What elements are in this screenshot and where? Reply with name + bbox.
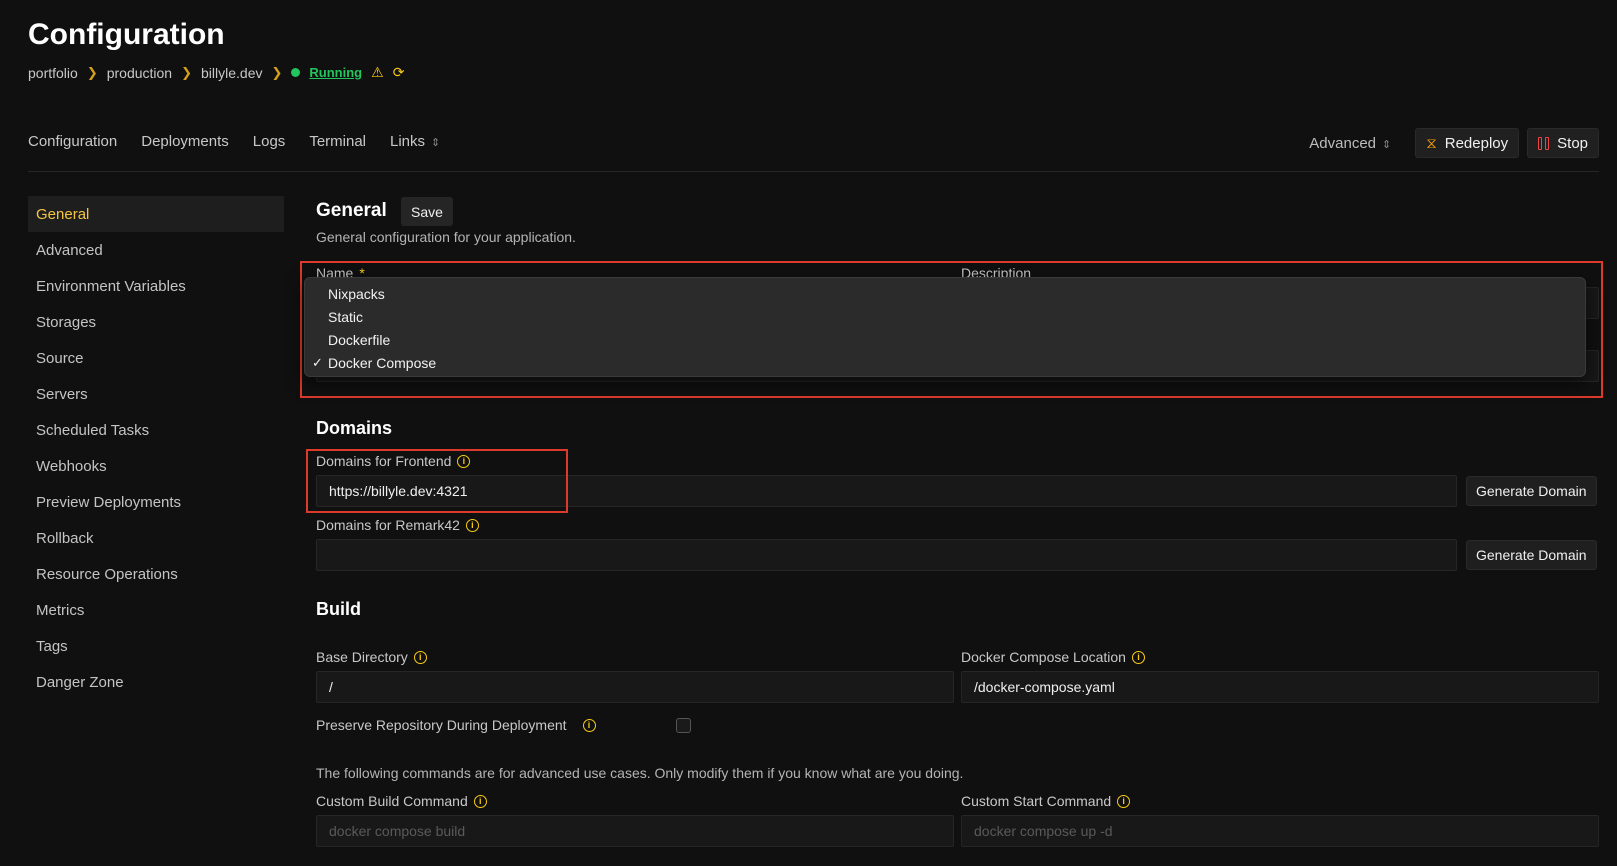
stop-icon: [1538, 136, 1550, 150]
save-button[interactable]: Save: [401, 197, 453, 226]
highlight-box-frontend-domain: [306, 449, 568, 513]
preserve-repository-checkbox[interactable]: [676, 718, 691, 733]
info-icon[interactable]: i: [473, 794, 487, 808]
custom-build-command-input[interactable]: docker compose build: [316, 815, 954, 847]
dropdown-option-docker-compose-label: Docker Compose: [328, 354, 437, 371]
advanced-commands-note: The following commands are for advanced …: [316, 765, 964, 781]
sidebar-item-general[interactable]: General: [28, 196, 284, 232]
info-icon[interactable]: i: [582, 718, 596, 732]
sidebar-item-servers[interactable]: Servers: [28, 376, 284, 412]
dropdown-option-nixpacks[interactable]: Nixpacks: [305, 282, 1585, 305]
breadcrumb: portfolio ❯ production ❯ billyle.dev ❯ R…: [28, 64, 404, 81]
sidebar-item-advanced[interactable]: Advanced: [28, 232, 284, 268]
sidebar: General Advanced Environment Variables S…: [28, 196, 284, 700]
dropdown-option-static[interactable]: Static: [305, 305, 1585, 328]
general-section-title: General: [316, 200, 387, 221]
preserve-repository-label-text: Preserve Repository During Deployment: [316, 717, 567, 733]
info-icon[interactable]: i: [465, 518, 479, 532]
chevron-right-icon: ❯: [271, 64, 283, 80]
info-icon[interactable]: i: [413, 650, 427, 664]
page-title: Configuration: [28, 18, 225, 51]
sidebar-item-storages[interactable]: Storages: [28, 304, 284, 340]
sidebar-item-environment-variables[interactable]: Environment Variables: [28, 268, 284, 304]
tab-links[interactable]: Links ⇕: [390, 133, 440, 150]
redeploy-icon: ⧖: [1426, 134, 1437, 152]
tab-terminal[interactable]: Terminal: [309, 133, 366, 150]
compose-location-label: Docker Compose Location i: [961, 649, 1145, 665]
base-directory-label-text: Base Directory: [316, 649, 408, 665]
redeploy-label: Redeploy: [1444, 134, 1509, 152]
nav-actions: Advanced ⇕ ⧖ Redeploy Stop: [1309, 128, 1599, 158]
sidebar-item-webhooks[interactable]: Webhooks: [28, 448, 284, 484]
domains-remark-label: Domains for Remark42 i: [316, 517, 479, 533]
advanced-dropdown[interactable]: Advanced ⇕: [1309, 135, 1391, 152]
status-badge[interactable]: Running: [309, 65, 362, 80]
custom-build-command-label-text: Custom Build Command: [316, 793, 468, 809]
custom-start-command-label: Custom Start Command i: [961, 793, 1131, 809]
domains-remark-label-text: Domains for Remark42: [316, 517, 460, 533]
sidebar-item-rollback[interactable]: Rollback: [28, 520, 284, 556]
refresh-icon[interactable]: ⟳: [393, 64, 405, 81]
sidebar-item-tags[interactable]: Tags: [28, 628, 284, 664]
base-directory-input[interactable]: /: [316, 671, 954, 703]
dropdown-option-docker-compose[interactable]: ✓ Docker Compose: [305, 351, 1585, 374]
sidebar-item-resource-operations[interactable]: Resource Operations: [28, 556, 284, 592]
generate-domain-remark-button[interactable]: Generate Domain: [1466, 540, 1597, 570]
custom-start-command-label-text: Custom Start Command: [961, 793, 1112, 809]
generate-domain-frontend-button[interactable]: Generate Domain: [1466, 476, 1597, 506]
status-dot-icon: [291, 68, 301, 77]
chevron-right-icon: ❯: [86, 64, 98, 80]
info-icon[interactable]: i: [1131, 650, 1145, 664]
base-directory-label: Base Directory i: [316, 649, 427, 665]
info-icon[interactable]: i: [1117, 794, 1131, 808]
tab-deployments[interactable]: Deployments: [141, 133, 229, 150]
tab-logs[interactable]: Logs: [253, 133, 286, 150]
compose-location-label-text: Docker Compose Location: [961, 649, 1126, 665]
breadcrumb-item-environment[interactable]: production: [107, 65, 172, 81]
tab-links-label: Links: [390, 133, 426, 150]
sidebar-item-metrics[interactable]: Metrics: [28, 592, 284, 628]
custom-start-command-input[interactable]: docker compose up -d: [961, 815, 1599, 847]
build-pack-dropdown-menu: Nixpacks Static Dockerfile ✓ Docker Comp…: [304, 277, 1586, 377]
breadcrumb-item-application[interactable]: billyle.dev: [201, 65, 262, 81]
sidebar-item-scheduled-tasks[interactable]: Scheduled Tasks: [28, 412, 284, 448]
checkmark-icon: ✓: [312, 354, 323, 370]
advanced-dropdown-label: Advanced: [1309, 134, 1376, 152]
domains-section-title: Domains: [316, 418, 393, 438]
compose-location-input[interactable]: /docker-compose.yaml: [961, 671, 1599, 703]
preserve-repository-label: Preserve Repository During Deployment i: [316, 717, 596, 733]
stop-label: Stop: [1557, 134, 1588, 152]
chevron-updown-icon: ⇕: [1382, 138, 1392, 151]
build-section-title: Build: [316, 599, 361, 619]
sidebar-item-source[interactable]: Source: [28, 340, 284, 376]
sidebar-item-preview-deployments[interactable]: Preview Deployments: [28, 484, 284, 520]
sidebar-item-danger-zone[interactable]: Danger Zone: [28, 664, 284, 700]
redeploy-button[interactable]: ⧖ Redeploy: [1415, 128, 1520, 158]
dropdown-option-dockerfile[interactable]: Dockerfile: [305, 328, 1585, 351]
header-divider: [28, 171, 1599, 172]
warning-icon[interactable]: ⚠: [371, 64, 384, 81]
top-nav: Configuration Deployments Logs Terminal …: [28, 133, 440, 150]
general-subtitle: General configuration for your applicati…: [316, 229, 576, 245]
chevron-right-icon: ❯: [181, 64, 193, 80]
breadcrumb-item-project[interactable]: portfolio: [28, 65, 78, 81]
custom-build-command-label: Custom Build Command i: [316, 793, 487, 809]
domains-remark-input[interactable]: [316, 539, 1457, 571]
tab-configuration[interactable]: Configuration: [28, 133, 117, 150]
stop-button[interactable]: Stop: [1527, 128, 1599, 158]
chevron-updown-icon: ⇕: [431, 137, 441, 149]
